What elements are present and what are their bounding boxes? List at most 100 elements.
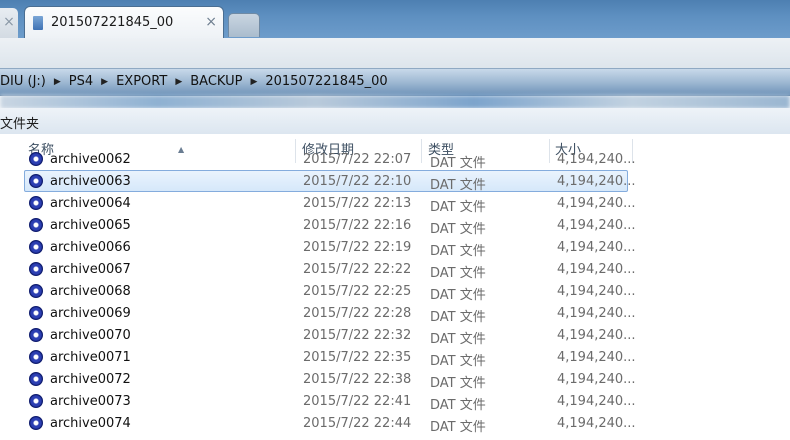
ps-disc-icon — [29, 152, 43, 166]
file-name: archive0070 — [50, 328, 131, 343]
file-row[interactable]: archive0067 2015/7/22 22:22 DAT 文件 4,194,24… — [24, 258, 636, 281]
file-size: 4,194,240... — [557, 218, 636, 233]
file-modified-date: 2015/7/22 22:16 — [303, 218, 412, 233]
file-size: 4,194,240... — [557, 416, 636, 431]
tab-title: 201507221845_00 — [51, 15, 174, 30]
file-type: DAT 文件 — [430, 200, 486, 215]
breadcrumb-separator-icon[interactable]: ▶ — [54, 77, 61, 87]
file-list: 名称 ▲ 修改日期 类型 大小 archive0062 2015/7/22 22:… — [0, 134, 790, 440]
file-row[interactable]: archive0065 2015/7/22 22:16 DAT 文件 4,194,24… — [24, 214, 636, 237]
file-name: archive0065 — [50, 218, 131, 233]
file-type: DAT 文件 — [430, 398, 486, 413]
folder-file-icon — [33, 16, 43, 30]
breadcrumb-separator-icon[interactable]: ▶ — [250, 77, 257, 87]
file-size: 4,194,240... — [557, 372, 636, 387]
previous-tab-close-button[interactable]: × — [0, 8, 18, 38]
file-type: DAT 文件 — [430, 178, 486, 193]
file-row[interactable]: archive0074 2015/7/22 22:44 DAT 文件 4,194,24… — [24, 412, 636, 435]
breadcrumb-separator-icon[interactable]: ▶ — [101, 77, 108, 87]
ps-disc-icon — [29, 350, 43, 364]
file-size: 4,194,240... — [557, 328, 636, 343]
tab-active[interactable]: 201507221845_00 × — [24, 6, 224, 38]
new-tab-button[interactable] — [228, 13, 260, 37]
folder-pane-label: 文件夹 — [0, 117, 40, 132]
file-name: archive0062 — [50, 152, 131, 167]
breadcrumb-item-current[interactable]: 201507221845_00 — [265, 74, 387, 89]
file-name: archive0063 — [50, 174, 131, 189]
file-row[interactable]: archive0066 2015/7/22 22:19 DAT 文件 4,194,24… — [24, 236, 636, 259]
ps-disc-icon — [29, 416, 43, 430]
file-name: archive0072 — [50, 372, 131, 387]
file-modified-date: 2015/7/22 22:13 — [303, 196, 412, 211]
file-modified-date: 2015/7/22 22:10 — [303, 174, 412, 189]
file-size: 4,194,240... — [557, 306, 636, 321]
file-type: DAT 文件 — [430, 310, 486, 325]
ps-disc-icon — [29, 328, 43, 342]
address-bar[interactable]: DIU (J:) ▶ PS4 ▶ EXPORT ▶ BACKUP ▶ 201507221845_… — [0, 68, 790, 96]
breadcrumb-item-drive[interactable]: DIU (J:) — [0, 74, 46, 89]
ps-disc-icon — [29, 306, 43, 320]
close-icon[interactable]: × — [205, 14, 217, 30]
file-row[interactable]: archive0064 2015/7/22 22:13 DAT 文件 4,194,24… — [24, 192, 636, 215]
ps-disc-icon — [29, 284, 43, 298]
breadcrumb-separator-icon[interactable]: ▶ — [175, 77, 182, 87]
file-size: 4,194,240... — [557, 394, 636, 409]
file-type: DAT 文件 — [430, 332, 486, 347]
file-row[interactable]: archive0063 2015/7/22 22:10 DAT 文件 4,194,24… — [24, 170, 636, 193]
file-size: 4,194,240... — [557, 152, 636, 167]
file-modified-date: 2015/7/22 22:25 — [303, 284, 412, 299]
breadcrumb-item-ps4[interactable]: PS4 — [69, 74, 93, 89]
ps-disc-icon — [29, 262, 43, 276]
file-name: archive0073 — [50, 394, 131, 409]
file-type: DAT 文件 — [430, 288, 486, 303]
file-size: 4,194,240... — [557, 196, 636, 211]
file-size: 4,194,240... — [557, 240, 636, 255]
file-type: DAT 文件 — [430, 420, 486, 435]
file-type: DAT 文件 — [430, 222, 486, 237]
ps-disc-icon — [29, 174, 43, 188]
file-name: archive0064 — [50, 196, 131, 211]
file-type: DAT 文件 — [430, 244, 486, 259]
breadcrumb-item-backup[interactable]: BACKUP — [190, 74, 242, 89]
breadcrumb: DIU (J:) ▶ PS4 ▶ EXPORT ▶ BACKUP ▶ 201507221845_… — [0, 74, 388, 89]
file-row[interactable]: archive0070 2015/7/22 22:32 DAT 文件 4,194,24… — [24, 324, 636, 347]
file-size: 4,194,240... — [557, 174, 636, 189]
ps-disc-icon — [29, 394, 43, 408]
file-name: archive0066 — [50, 240, 131, 255]
file-modified-date: 2015/7/22 22:22 — [303, 262, 412, 277]
file-size: 4,194,240... — [557, 262, 636, 277]
file-type: DAT 文件 — [430, 266, 486, 281]
blurred-toolbar — [0, 95, 790, 109]
file-modified-date: 2015/7/22 22:38 — [303, 372, 412, 387]
toolbar-band — [0, 38, 790, 69]
file-row[interactable]: archive0072 2015/7/22 22:38 DAT 文件 4,194,24… — [24, 368, 636, 391]
ps-disc-icon — [29, 196, 43, 210]
breadcrumb-item-export[interactable]: EXPORT — [116, 74, 167, 89]
file-row[interactable]: archive0062 2015/7/22 22:07 DAT 文件 4,194,24… — [24, 148, 636, 171]
file-row[interactable]: archive0071 2015/7/22 22:35 DAT 文件 4,194,24… — [24, 346, 636, 369]
file-row[interactable]: archive0073 2015/7/22 22:41 DAT 文件 4,194,24… — [24, 390, 636, 413]
ps-disc-icon — [29, 218, 43, 232]
folder-pane-header: 文件夹 — [0, 108, 790, 135]
ps-disc-icon — [29, 240, 43, 254]
file-size: 4,194,240... — [557, 350, 636, 365]
ps-disc-icon — [29, 372, 43, 386]
file-name: archive0068 — [50, 284, 131, 299]
file-name: archive0069 — [50, 306, 131, 321]
file-modified-date: 2015/7/22 22:19 — [303, 240, 412, 255]
file-row[interactable]: archive0069 2015/7/22 22:28 DAT 文件 4,194,24… — [24, 302, 636, 325]
file-type: DAT 文件 — [430, 156, 486, 171]
file-type: DAT 文件 — [430, 376, 486, 391]
file-type: DAT 文件 — [430, 354, 486, 369]
file-name: archive0074 — [50, 416, 131, 431]
file-size: 4,194,240... — [557, 284, 636, 299]
file-name: archive0071 — [50, 350, 131, 365]
file-modified-date: 2015/7/22 22:07 — [303, 152, 412, 167]
file-row[interactable]: archive0068 2015/7/22 22:25 DAT 文件 4,194,24… — [24, 280, 636, 303]
file-name: archive0067 — [50, 262, 131, 277]
file-modified-date: 2015/7/22 22:35 — [303, 350, 412, 365]
file-modified-date: 2015/7/22 22:32 — [303, 328, 412, 343]
tab-strip: × 201507221845_00 × — [0, 0, 790, 38]
file-modified-date: 2015/7/22 22:28 — [303, 306, 412, 321]
file-modified-date: 2015/7/22 22:44 — [303, 416, 412, 431]
